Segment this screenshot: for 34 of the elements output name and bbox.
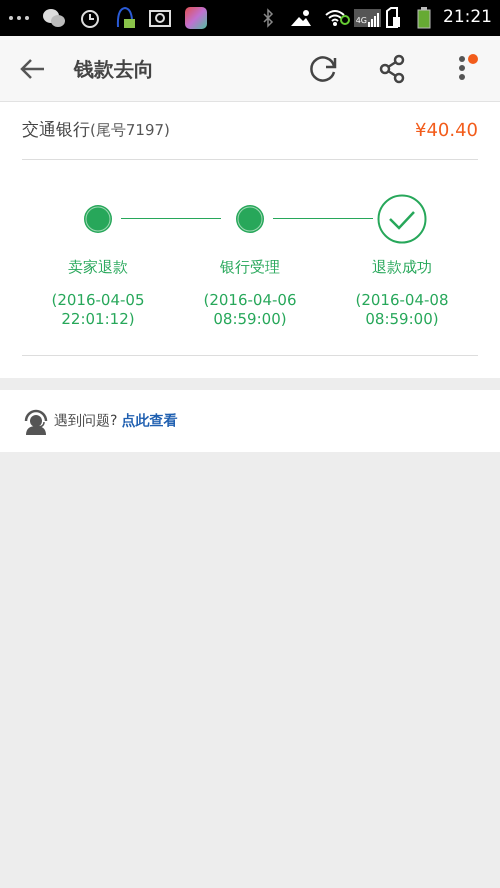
wifi-icon: [324, 8, 350, 28]
bluetooth-icon: [262, 8, 274, 28]
step-label: 卖家退款: [68, 257, 128, 278]
step-date: (2016-04-08: [355, 290, 449, 310]
battery-icon: [417, 7, 431, 29]
step-label: 银行受理: [220, 257, 280, 278]
step-time: 08:59:00): [365, 310, 439, 328]
app-icon: [184, 6, 208, 30]
more-icon: [8, 15, 30, 21]
step-date: (2016-04-05: [51, 290, 145, 310]
alarm-icon: [78, 7, 102, 29]
step-date: (2016-04-06: [203, 290, 297, 310]
network-type: 4G: [356, 15, 367, 27]
back-icon[interactable]: [20, 58, 46, 80]
amount: ¥40.40: [415, 119, 478, 143]
step-time: 08:59:00): [213, 310, 287, 328]
step-dot-icon: [83, 204, 113, 234]
step-dot-icon: [235, 204, 265, 234]
chat-icon: [42, 8, 66, 28]
sim-icon: [385, 7, 401, 29]
help-question: 遇到问题?: [54, 412, 118, 430]
view-link[interactable]: 点此查看: [121, 410, 178, 432]
card-tail-number: (尾号7197): [90, 120, 170, 142]
share-icon[interactable]: [378, 54, 406, 84]
step-time: 22:01:12): [61, 310, 135, 328]
check-circle-icon: [377, 194, 427, 244]
customer-service-icon: [22, 407, 50, 435]
clock: 21:21: [443, 6, 492, 30]
step-label: 退款成功: [372, 257, 432, 278]
camera-icon: [148, 8, 172, 28]
menu-icon[interactable]: [458, 54, 466, 82]
refresh-icon[interactable]: [308, 54, 338, 84]
page-title: 钱款去向: [74, 56, 154, 82]
bank-name: 交通银行: [22, 118, 90, 142]
